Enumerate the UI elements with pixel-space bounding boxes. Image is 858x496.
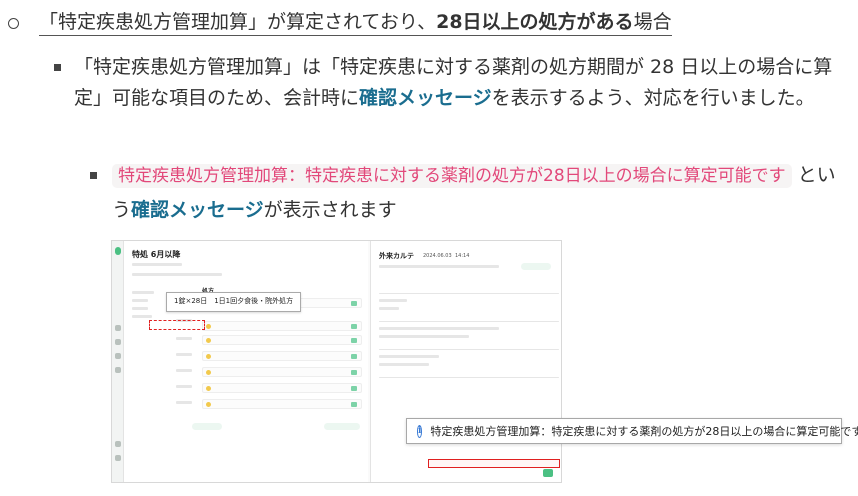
menu-item <box>132 307 148 310</box>
order-row <box>202 383 362 393</box>
section-label <box>379 355 439 358</box>
section-value <box>379 307 399 310</box>
row-label <box>176 337 192 340</box>
help-icon <box>115 455 121 461</box>
add-button[interactable] <box>192 423 222 430</box>
menu-item <box>132 315 152 318</box>
status-icon <box>351 301 357 306</box>
app-logo-icon <box>115 247 121 255</box>
row-label <box>176 401 192 404</box>
nav-icon <box>115 325 121 331</box>
level3-highlight: 確認メッセージ <box>131 199 264 221</box>
embedded-screenshot: 特処 6月以降 処方 外来カルテ 2024.06.03 14:14 <box>111 240 562 483</box>
level2-text: 「特定疾患処方管理加算」は「特定疾患に対する薬剤の処方期間が 28 日以上の場合… <box>74 52 852 114</box>
pill-icon <box>206 370 211 375</box>
section-value <box>379 363 429 366</box>
karte-meta <box>379 265 499 268</box>
prescription-line <box>379 327 499 330</box>
order-row <box>202 367 362 377</box>
status-icon <box>351 324 357 329</box>
status-icon <box>351 386 357 391</box>
list-item-level3: 特定疾患処方管理加算：特定疾患に対する薬剤の処方が28日以上の場合に算定可能です… <box>90 158 852 227</box>
level1-part1: 「特定疾患処方管理加算」が算定されており、 <box>39 11 437 33</box>
dose-highlight-box <box>149 320 205 330</box>
patient-meta <box>132 263 182 266</box>
divider <box>379 377 559 378</box>
nav-icon <box>115 353 121 359</box>
status-icon <box>351 354 357 359</box>
section-label <box>379 299 407 302</box>
pill-icon <box>206 354 211 359</box>
level1-bold: 28日以上の処方がある <box>436 11 634 33</box>
message-callout: i 特定疾患処方管理加算：特定疾患に対する薬剤の処方が28日以上の場合に算定可能… <box>406 418 858 444</box>
confirm-button[interactable] <box>543 469 553 477</box>
karte-time: 14:14 <box>455 253 470 259</box>
dose-callout: 1錠×28日 1日1回夕食後・院外処方 <box>166 292 302 312</box>
level3-text: 特定疾患処方管理加算：特定疾患に対する薬剤の処方が28日以上の場合に算定可能です… <box>112 158 852 227</box>
order-row <box>202 351 362 361</box>
row-label <box>176 369 192 372</box>
list-item-level1: 「特定疾患処方管理加算」が算定されており、28日以上の処方がある場合 <box>8 8 672 38</box>
square-bullet-icon <box>54 64 61 71</box>
karte-pane: 外来カルテ 2024.06.03 14:14 <box>370 241 561 482</box>
karte-title: 外来カルテ <box>379 252 414 260</box>
karte-date: 2024.06.03 <box>423 253 452 259</box>
order-row <box>202 335 362 345</box>
level2-highlight: 確認メッセージ <box>359 87 492 109</box>
level1-part2: 場合 <box>633 11 672 33</box>
patient-name: 特処 6月以降 <box>132 250 181 259</box>
info-icon: i <box>417 424 423 438</box>
level1-text: 「特定疾患処方管理加算」が算定されており、28日以上の処方がある場合 <box>39 10 672 36</box>
dose-callout-text: 1錠×28日 1日1回夕食後・院外処方 <box>174 297 294 305</box>
prescription-line <box>379 335 469 338</box>
divider <box>379 293 559 294</box>
menu-item <box>132 299 148 302</box>
status-icon <box>351 370 357 375</box>
app-sidebar <box>112 241 124 482</box>
status-icon <box>351 338 357 343</box>
message-highlight-box <box>428 459 560 468</box>
level3-part2: が表示されます <box>263 199 397 221</box>
row-label <box>176 353 192 356</box>
pill-icon <box>206 338 211 343</box>
row-label <box>176 385 192 388</box>
level2-part2: を表示するよう、対応を行いました。 <box>491 87 815 109</box>
patient-tabs <box>132 273 222 276</box>
status-icon <box>351 402 357 407</box>
list-item-level2: 「特定疾患処方管理加算」は「特定疾患に対する薬剤の処方期間が 28 日以上の場合… <box>52 52 852 114</box>
plan-button[interactable] <box>521 263 551 270</box>
order-row <box>202 399 362 409</box>
circle-bullet-icon <box>8 17 19 29</box>
settings-icon <box>115 441 121 447</box>
toggle-switch[interactable] <box>324 423 360 430</box>
nav-icon <box>115 339 121 345</box>
divider <box>379 321 559 322</box>
order-row <box>202 321 362 331</box>
pill-icon <box>206 386 211 391</box>
divider <box>379 349 559 350</box>
pill-icon <box>206 402 211 407</box>
message-callout-text: 特定疾患処方管理加算：特定疾患に対する薬剤の処方が28日以上の場合に算定可能です <box>430 425 858 438</box>
nav-icon <box>115 367 121 373</box>
pill-icon <box>206 324 211 329</box>
menu-item <box>132 291 154 294</box>
inline-code-message: 特定疾患処方管理加算：特定疾患に対する薬剤の処方が28日以上の場合に算定可能です <box>112 164 792 188</box>
patient-pane: 特処 6月以降 処方 <box>124 241 368 482</box>
square-bullet-icon <box>90 172 97 179</box>
